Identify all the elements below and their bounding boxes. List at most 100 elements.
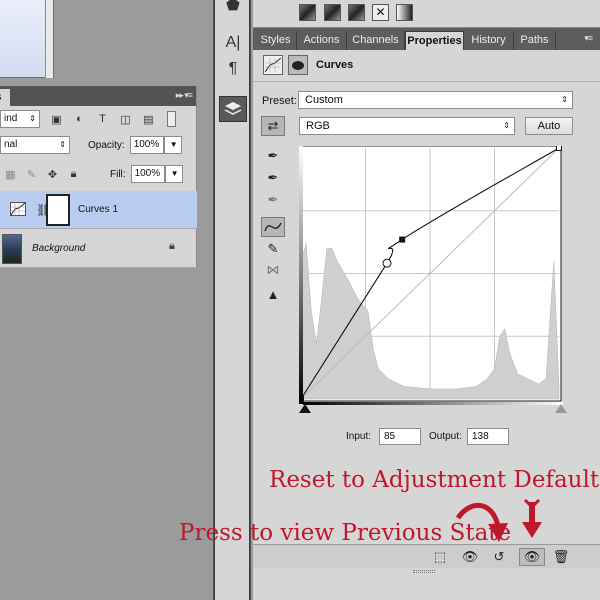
input-gradient-bar — [303, 402, 563, 405]
input-label: Input: — [346, 431, 372, 442]
tab-actions[interactable]: Actions — [297, 31, 347, 50]
output-value: 138 — [472, 431, 489, 442]
layer-row-background[interactable]: Background 🔒︎ — [0, 230, 197, 268]
lock-brush-icon[interactable]: ✎ — [25, 168, 38, 181]
reset-icon[interactable]: ↺ — [488, 548, 510, 566]
lock-row: ▦ ✎ ✥ 🔒︎ Fill: 100% ▼ — [0, 163, 197, 185]
image-filter-icon[interactable]: ▣ — [50, 113, 63, 126]
black-eyedropper-icon[interactable]: ✒ — [261, 146, 285, 166]
layer-mask-thumbnail[interactable] — [46, 194, 70, 226]
panel-menu-icon[interactable]: ▾≡ — [584, 33, 593, 44]
annotation-arrows — [455, 498, 542, 542]
channel-select[interactable]: RGB ⇕ — [299, 117, 515, 135]
curved-arrowhead — [488, 523, 508, 542]
vertical-ruler — [45, 0, 53, 78]
blend-row: nal ⇕ Opacity: 100% ▼ — [0, 135, 197, 155]
input-field[interactable]: 85 — [379, 428, 421, 445]
blend-mode-value: nal — [4, 139, 18, 150]
opacity-label: Opacity: — [88, 139, 125, 151]
blend-mode-select[interactable]: nal ⇕ — [0, 136, 70, 154]
stepper-icon: ⇕ — [59, 140, 66, 149]
lock-position-icon[interactable]: ✥ — [46, 168, 59, 181]
down-arrowhead — [522, 522, 542, 538]
output-field[interactable]: 138 — [467, 428, 509, 445]
fill-label: Fill: — [110, 168, 126, 180]
filter-toggle[interactable] — [167, 111, 176, 127]
invert-icon[interactable]: ✕ — [372, 4, 389, 21]
fill-dropdown-icon[interactable]: ▼ — [164, 165, 183, 183]
layers-tab-bar: s ▸▸ ▾≡ — [0, 86, 196, 106]
auto-button[interactable]: Auto — [525, 117, 573, 135]
layer-row-curves[interactable]: ⛓ Curves 1 — [0, 191, 197, 229]
gray-eyedropper-icon[interactable]: ✒ — [261, 168, 285, 188]
smooth-icon[interactable]: ⋈ — [261, 260, 285, 280]
clip-to-layer-icon[interactable]: ⬚ — [429, 548, 451, 566]
lock-transparency-icon[interactable]: ▦ — [4, 168, 17, 181]
preset-label: Preset: — [262, 95, 297, 107]
opacity-dropdown-icon[interactable]: ▼ — [163, 136, 182, 154]
preset-select[interactable]: Custom ⇕ — [298, 91, 573, 109]
curved-arrow-shaft — [455, 502, 501, 527]
tab-history[interactable]: History — [464, 31, 514, 50]
tab-properties[interactable]: Properties — [405, 31, 464, 50]
curves-adjustment-icon[interactable] — [263, 55, 283, 75]
stepper-icon: ⇕ — [29, 114, 36, 123]
output-gradient-bar — [299, 146, 303, 404]
target-adjust-icon[interactable]: ⇄ — [261, 116, 285, 136]
layer-name: Curves 1 — [78, 204, 119, 215]
fill-input[interactable]: 100% — [130, 165, 165, 183]
panel-tab-bar: Styles Actions Channels Properties Histo… — [253, 28, 600, 50]
curve-point[interactable] — [556, 145, 562, 151]
curve-edit-icon[interactable] — [261, 217, 285, 237]
selected-curve-point[interactable] — [382, 258, 392, 268]
channel-value: RGB — [306, 120, 330, 132]
view-previous-state-icon[interactable]: 👁︎ — [459, 548, 481, 566]
adjustments-icon-strip: ✕ — [253, 0, 600, 28]
white-point-slider[interactable] — [555, 404, 567, 413]
levels-icon[interactable] — [324, 4, 341, 21]
curves-graph[interactable] — [298, 145, 563, 406]
layers-stack-icon[interactable] — [219, 96, 247, 122]
layer-filter-row: ind ⇕ ▣ ◐ T ◫ ▤ — [0, 109, 197, 129]
resize-grip[interactable] — [413, 570, 435, 573]
tab-channels[interactable]: Channels — [347, 31, 405, 50]
exposure-icon[interactable] — [348, 4, 365, 21]
opacity-input[interactable]: 100% — [129, 136, 164, 154]
pencil-icon[interactable]: ✎ — [261, 239, 285, 259]
white-eyedropper-icon[interactable]: ✒ — [261, 190, 285, 210]
trash-icon[interactable]: 🗑︎ — [550, 548, 572, 566]
adjustment-filter-icon[interactable]: ◐ — [73, 113, 86, 126]
input-value: 85 — [384, 431, 396, 442]
lock-icon: 🔒︎ — [169, 240, 175, 252]
panel-dock-strip: ⬟ A| ¶ — [213, 0, 251, 600]
stepper-icon: ⇕ — [561, 95, 568, 104]
brightness-contrast-icon[interactable] — [299, 4, 316, 21]
type-filter-icon[interactable]: T — [96, 113, 109, 126]
clipping-warning-icon[interactable]: ▲ — [261, 284, 285, 304]
shape-filter-icon[interactable]: ◫ — [119, 113, 132, 126]
curve-point[interactable] — [399, 236, 406, 243]
smart-object-filter-icon[interactable]: ▤ — [142, 113, 155, 126]
output-label: Output: — [429, 431, 462, 442]
fill-value: 100% — [134, 168, 161, 179]
layer-thumbnail — [2, 234, 22, 264]
character-icon[interactable]: A| — [219, 30, 247, 56]
tab-paths[interactable]: Paths — [514, 31, 556, 50]
mask-icon[interactable] — [288, 55, 308, 75]
visibility-eye-icon[interactable]: 👁︎ — [519, 548, 545, 566]
layers-panel: s ▸▸ ▾≡ ind ⇕ ▣ ◐ T ◫ ▤ nal ⇕ Opacity: 1… — [0, 86, 197, 268]
gradient-map-icon[interactable] — [396, 4, 413, 21]
stepper-icon: ⇕ — [503, 121, 510, 130]
document-canvas[interactable] — [0, 0, 54, 78]
layer-filter-select[interactable]: ind ⇕ — [0, 110, 40, 128]
tab-styles[interactable]: Styles — [255, 31, 297, 50]
black-point-slider[interactable] — [299, 404, 311, 413]
reset-annotation: Reset to Adjustment Defaults — [269, 467, 600, 493]
lock-all-icon[interactable]: 🔒︎ — [67, 168, 80, 181]
shield-icon[interactable]: ⬟ — [219, 0, 247, 18]
tab-layers[interactable]: s — [0, 89, 10, 106]
layer-filter-value: ind — [4, 113, 18, 124]
panel-menu-icon[interactable]: ▸▸ ▾≡ — [176, 90, 193, 101]
paragraph-icon[interactable]: ¶ — [219, 56, 247, 82]
preset-value: Custom — [305, 94, 343, 106]
